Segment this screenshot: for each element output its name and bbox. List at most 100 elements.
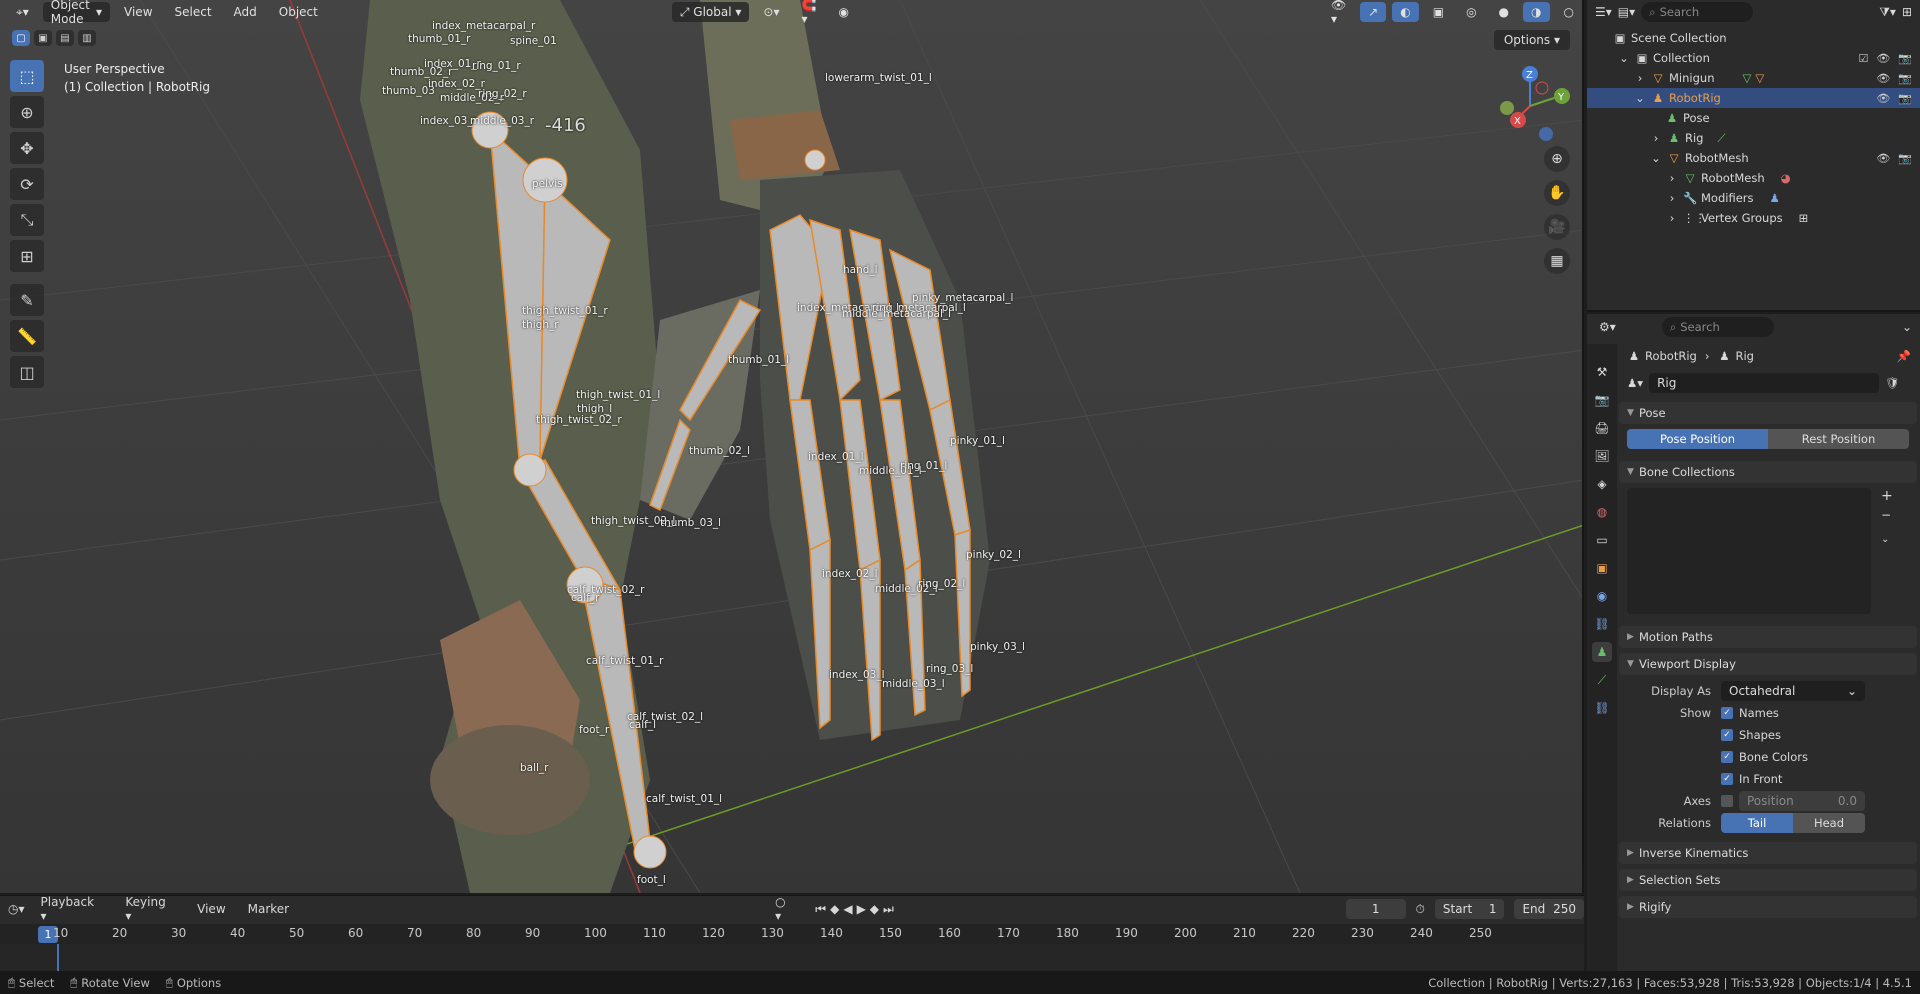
3d-viewport[interactable]: ⌖▾ Object Mode ▾ View Select Add Object … — [0, 0, 1584, 893]
outliner-row-pose[interactable]: ♟ Pose — [1587, 108, 1920, 128]
show-shapes-checkbox[interactable]: ✓ — [1721, 729, 1733, 741]
menu-object[interactable]: Object — [271, 2, 326, 22]
panel-pose-header[interactable]: ▼ Pose — [1619, 402, 1917, 424]
eye-icon[interactable]: 👁 — [1876, 92, 1890, 105]
select-subtract-icon[interactable]: ▤ — [56, 30, 74, 46]
menu-add[interactable]: Add — [226, 2, 265, 22]
expand-arrow-icon[interactable]: › — [1665, 171, 1679, 185]
menu-view[interactable]: View — [116, 2, 160, 22]
select-box-tool-icon[interactable]: ⬚ — [10, 60, 44, 92]
timeline-ruler[interactable]: 1 10 20 30 40 50 60 70 80 90 100 110 120 130 140 150 160… — [0, 924, 1584, 944]
measure-tool-icon[interactable]: 📏 — [10, 320, 44, 352]
new-collection-icon[interactable]: ⊞ — [1902, 5, 1912, 19]
zoom-icon[interactable]: ⊕ — [1544, 146, 1570, 172]
filter-icon[interactable]: ⧩▾ — [1879, 5, 1896, 20]
panel-rigify-header[interactable]: ▶ Rigify — [1619, 896, 1917, 918]
xray-icon[interactable]: ▣ — [1425, 2, 1452, 22]
eye-icon[interactable]: 👁 — [1876, 72, 1890, 85]
rotate-tool-icon[interactable]: ⟳ — [10, 168, 44, 200]
axes-checkbox[interactable] — [1721, 795, 1733, 807]
outliner-row-robotrig[interactable]: ⌄ ♟ RobotRig 👁 📷 — [1587, 88, 1920, 108]
overlay-toggle-icon[interactable]: ◐ — [1392, 2, 1419, 22]
add-cube-tool-icon[interactable]: ◫ — [10, 356, 44, 388]
annotate-tool-icon[interactable]: ✎ — [10, 284, 44, 316]
show-bone-colors-checkbox[interactable]: ✓ — [1721, 751, 1733, 763]
outliner-row-vertex-groups[interactable]: › ⋮⋮ Vertex Groups ⊞ — [1587, 208, 1920, 228]
world-tab-icon[interactable]: ◍ — [1592, 502, 1612, 522]
datablock-type-icon[interactable]: ♟▾ — [1627, 376, 1643, 390]
pin-icon[interactable]: 📌 — [1897, 349, 1917, 363]
render-tab-icon[interactable]: 📷 — [1592, 390, 1612, 410]
select-extend-icon[interactable]: ▣ — [34, 30, 52, 46]
camera-icon[interactable]: 📷 — [1898, 72, 1912, 85]
ortho-grid-icon[interactable]: ▦ — [1544, 248, 1570, 274]
properties-search-input[interactable]: ⌕ Search — [1661, 317, 1774, 337]
camera-icon[interactable]: 📷 — [1898, 52, 1912, 65]
panel-bone-collections-header[interactable]: ▼ Bone Collections — [1619, 461, 1917, 483]
timeline-editor-type-icon[interactable]: ◷▾ — [8, 902, 25, 916]
shading-material-icon[interactable]: ◑ — [1523, 2, 1550, 22]
object-tab-icon[interactable]: ▣ — [1592, 558, 1612, 578]
pan-hand-icon[interactable]: ✋ — [1544, 180, 1570, 206]
proportional-edit-icon[interactable]: ◉ — [830, 2, 856, 22]
start-frame-field[interactable]: Start 1 — [1434, 899, 1505, 919]
shading-solid-icon[interactable]: ● — [1491, 2, 1517, 22]
bone-constraints-tab-icon[interactable]: ⛓ — [1592, 698, 1612, 718]
eye-icon[interactable]: 👁 — [1876, 52, 1890, 65]
timeline-track[interactable] — [0, 944, 1584, 972]
camera-icon[interactable]: 📷 — [1898, 152, 1912, 165]
menu-select[interactable]: Select — [167, 2, 220, 22]
menu-timeline-view[interactable]: View — [191, 902, 231, 916]
gizmo-toggle-icon[interactable]: ↗ — [1360, 2, 1387, 22]
bone-tab-icon[interactable]: ⟋ — [1592, 670, 1612, 690]
end-frame-field[interactable]: End 250 — [1514, 899, 1585, 919]
scene-tab-icon[interactable]: ◈ — [1592, 474, 1612, 494]
show-names-checkbox[interactable]: ✓ — [1721, 707, 1733, 719]
pose-position-button[interactable]: Pose Position — [1627, 429, 1768, 449]
armature-data-tab-icon[interactable]: ♟ — [1592, 642, 1612, 662]
current-frame-field[interactable]: 1 — [1345, 899, 1406, 919]
relations-tail-button[interactable]: Tail — [1721, 813, 1793, 833]
bone-collections-list[interactable] — [1627, 488, 1871, 614]
next-key-icon[interactable]: ◆ — [870, 902, 883, 916]
add-collection-icon[interactable]: + — [1881, 488, 1893, 504]
datablock-name-field[interactable]: Rig — [1649, 373, 1880, 393]
output-tab-icon[interactable]: 🖨 — [1592, 418, 1612, 438]
editor-type-icon[interactable]: ⌖▾ — [8, 2, 37, 22]
in-front-checkbox[interactable]: ✓ — [1721, 773, 1733, 785]
camera-view-icon[interactable]: 🎥 — [1544, 214, 1570, 240]
camera-icon[interactable]: 📷 — [1898, 92, 1912, 105]
cursor-tool-icon[interactable]: ⊕ — [10, 96, 44, 128]
panel-motion-paths-header[interactable]: ▶ Motion Paths — [1619, 626, 1917, 648]
expand-arrow-icon[interactable]: › — [1633, 71, 1647, 85]
outliner-row-collection[interactable]: ⌄ ▣ Collection ☑ 👁 📷 — [1587, 48, 1920, 68]
select-intersect-icon[interactable]: ▥ — [78, 30, 96, 46]
outliner-row-robotmesh-data[interactable]: › ▽ RobotMesh ◕ — [1587, 168, 1920, 188]
viewport-options-button[interactable]: Options ▾ — [1493, 30, 1570, 50]
outliner-row-minigun[interactable]: › ▽ Minigun ▽ ▽ 👁 📷 — [1587, 68, 1920, 88]
navigation-gizmo[interactable]: Z Y X — [1490, 64, 1570, 144]
jump-start-icon[interactable]: ⏮ — [815, 902, 830, 916]
panel-viewport-display-header[interactable]: ▼ Viewport Display — [1619, 653, 1917, 675]
rest-position-button[interactable]: Rest Position — [1768, 429, 1909, 449]
eye-icon[interactable]: 👁 — [1876, 152, 1890, 165]
menu-keying[interactable]: Keying ▾ — [119, 895, 181, 923]
expand-arrow-icon[interactable]: › — [1665, 211, 1679, 225]
outliner-row-scene-collection[interactable]: ▣ Scene Collection — [1587, 28, 1920, 48]
transform-orientation-dropdown[interactable]: ⤢ Global ▾ — [671, 2, 750, 22]
expand-arrow-icon[interactable]: ⌄ — [1633, 91, 1647, 105]
move-tool-icon[interactable]: ✥ — [10, 132, 44, 164]
play-icon[interactable]: ▶ — [857, 902, 870, 916]
outliner-row-modifiers[interactable]: › 🔧 Modifiers ♟ — [1587, 188, 1920, 208]
menu-marker[interactable]: Marker — [242, 902, 295, 916]
expand-arrow-icon[interactable]: › — [1649, 131, 1663, 145]
shading-rendered-icon[interactable]: ○ — [1556, 2, 1582, 22]
fake-user-shield-icon[interactable]: 🛡 — [1885, 376, 1900, 390]
transform-tool-icon[interactable]: ⊞ — [10, 240, 44, 272]
tool-tab-icon[interactable]: ⚒ — [1592, 362, 1612, 382]
snap-icon[interactable]: 🧲▾ — [794, 0, 825, 26]
properties-editor-type-icon[interactable]: ⚙▾ — [1599, 320, 1616, 334]
menu-playback[interactable]: Playback ▾ — [35, 895, 110, 923]
collection-tab-icon[interactable]: ▭ — [1592, 530, 1612, 550]
constraints-tab-icon[interactable]: ⛓ — [1592, 614, 1612, 634]
